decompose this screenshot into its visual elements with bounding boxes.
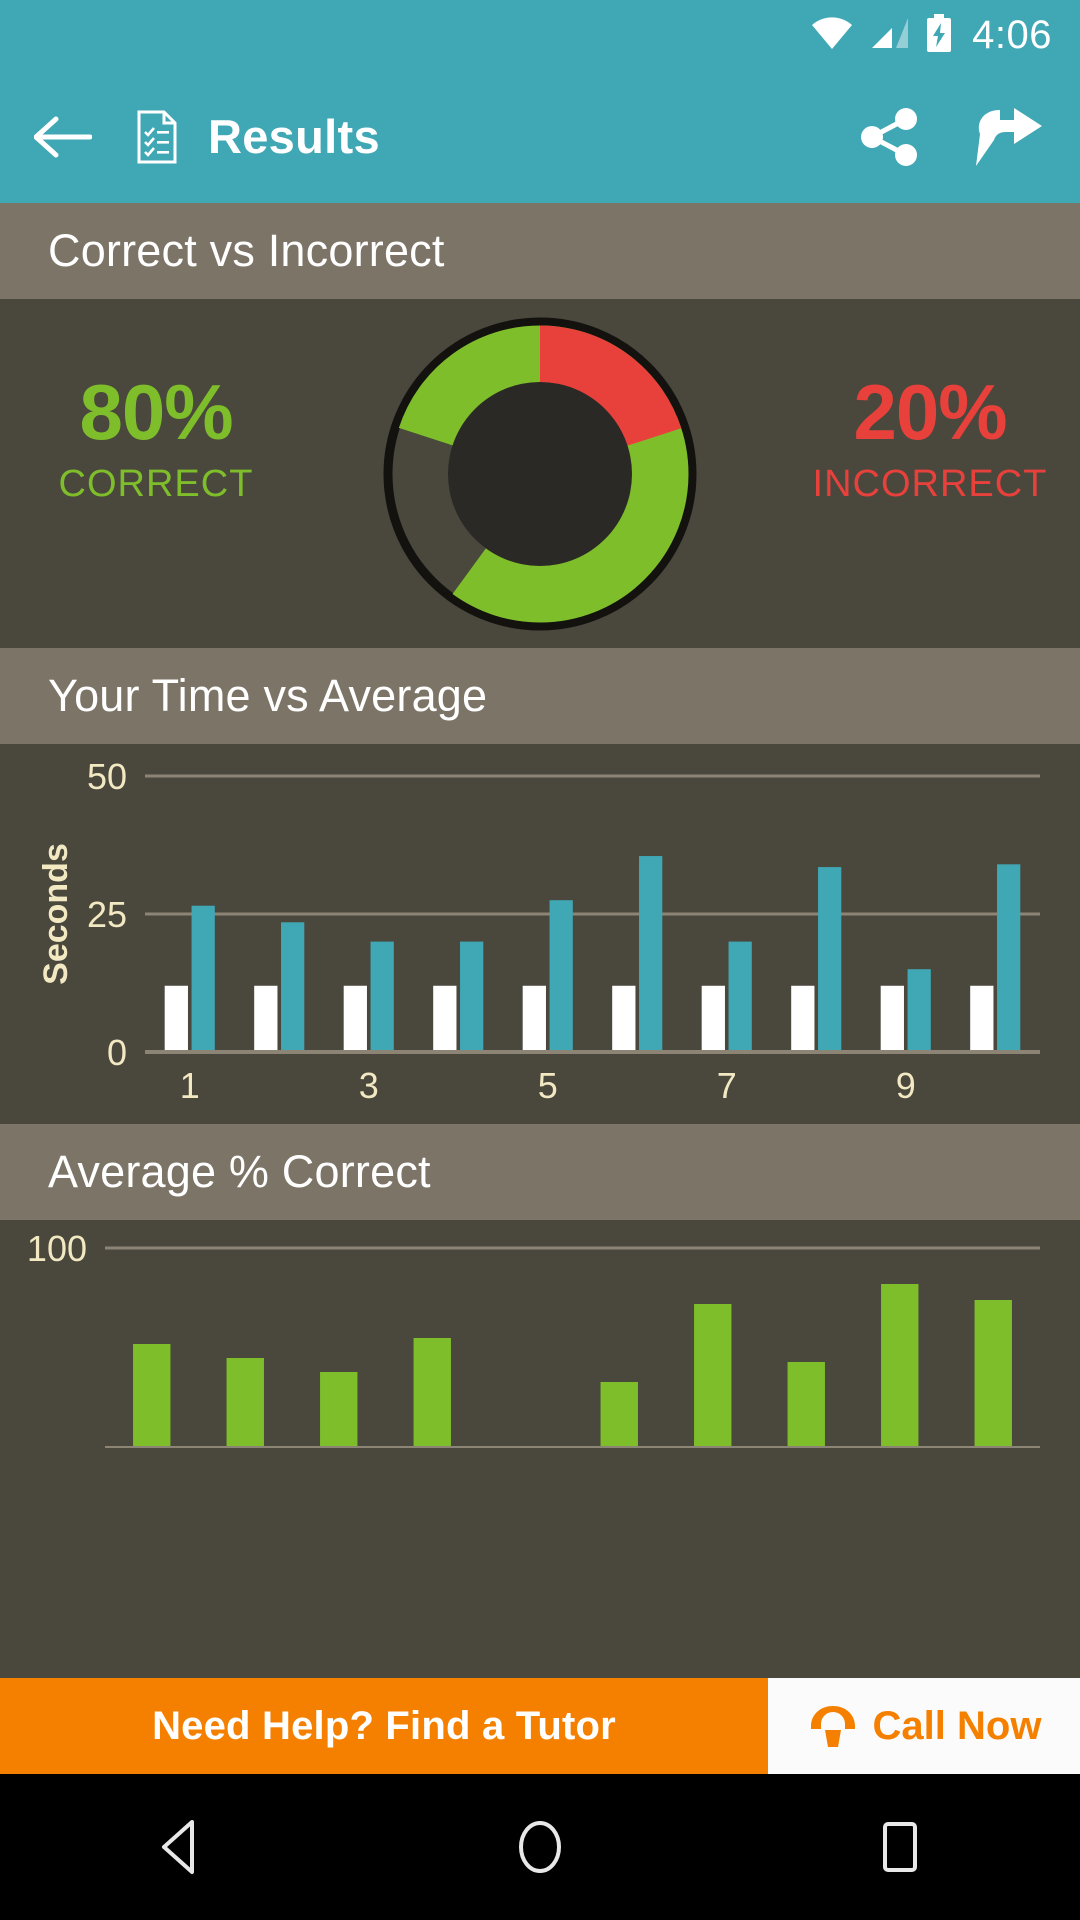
call-now-button[interactable]: Call Now	[768, 1678, 1080, 1774]
x-axis-tick-label: 7	[717, 1065, 737, 1106]
bar	[133, 1344, 171, 1448]
correct-label: CORRECT	[58, 463, 254, 505]
bar	[694, 1304, 732, 1448]
battery-charging-icon	[926, 13, 952, 57]
incorrect-percentage: 20%	[853, 368, 1007, 456]
x-axis-tick-label: 9	[896, 1065, 916, 1106]
bar	[639, 856, 663, 1052]
call-now-label: Call Now	[872, 1703, 1042, 1748]
y-axis-tick-label: 100	[27, 1228, 87, 1269]
bar	[320, 1372, 358, 1448]
bar	[880, 985, 904, 1052]
section-title: Average % Correct	[48, 1146, 431, 1197]
bar	[974, 1300, 1012, 1448]
bar	[460, 941, 484, 1052]
y-axis-tick-label: 50	[87, 756, 127, 797]
average-correct-chart: 100	[0, 1220, 1080, 1448]
correct-percentage: 80%	[79, 368, 233, 456]
page-title: Results	[208, 110, 380, 163]
section-header-average-correct: Average % Correct	[0, 1124, 1080, 1220]
bar	[370, 941, 394, 1052]
bar	[191, 905, 215, 1052]
bar	[728, 941, 752, 1052]
nav-home-icon[interactable]	[480, 1817, 600, 1877]
ad-message-area[interactable]: Need Help? Find a Tutor	[0, 1678, 768, 1774]
x-axis-tick-label: 5	[538, 1065, 558, 1106]
incorrect-label: INCORRECT	[812, 463, 1048, 505]
section-header-time-vs-average: Your Time vs Average	[0, 648, 1080, 744]
bar	[254, 985, 278, 1052]
incorrect-stat: 20% INCORRECT	[780, 373, 1080, 506]
y-axis-title: Seconds	[37, 843, 75, 985]
bar	[612, 985, 636, 1052]
status-bar-icons	[810, 13, 952, 57]
bar	[881, 1284, 919, 1448]
correct-stat: 80% CORRECT	[6, 373, 306, 506]
section-header-correct-vs-incorrect: Correct vs Incorrect	[0, 203, 1080, 299]
x-axis-tick-label: 3	[359, 1065, 379, 1106]
bar	[787, 1362, 825, 1448]
bar	[701, 985, 725, 1052]
bar	[164, 985, 188, 1052]
bar	[281, 922, 305, 1052]
section-title: Correct vs Incorrect	[48, 225, 445, 276]
forward-arrow-icon[interactable]	[970, 104, 1046, 170]
ad-message: Need Help? Find a Tutor	[152, 1703, 616, 1748]
y-axis-tick-label: 25	[87, 894, 127, 935]
bar	[433, 985, 457, 1052]
section-title: Your Time vs Average	[48, 670, 488, 721]
nav-recents-icon[interactable]	[840, 1817, 960, 1877]
ad-banner[interactable]: Need Help? Find a Tutor Call Now	[0, 1678, 1080, 1774]
back-arrow-icon[interactable]	[34, 116, 112, 158]
bar	[970, 985, 994, 1052]
app-bar: Results	[0, 70, 1080, 203]
status-bar: 4:06	[0, 0, 1080, 70]
bar	[226, 1358, 264, 1448]
bar	[997, 864, 1021, 1052]
bar	[600, 1382, 638, 1448]
checklist-document-icon	[136, 110, 178, 164]
cellular-signal-icon	[870, 16, 910, 55]
status-bar-clock: 4:06	[972, 12, 1052, 57]
bar	[413, 1338, 451, 1448]
bar	[791, 985, 815, 1052]
y-axis-tick-label: 0	[107, 1032, 127, 1073]
bar	[343, 985, 367, 1052]
bar	[818, 867, 842, 1052]
system-navigation-bar	[0, 1774, 1080, 1920]
time-vs-average-chart: 0 25 50 1 3 5 7 9 Seconds	[0, 744, 1080, 1124]
share-icon[interactable]	[858, 104, 924, 170]
bar	[907, 969, 931, 1052]
donut-chart	[379, 313, 701, 635]
nav-back-icon[interactable]	[120, 1817, 240, 1877]
bar	[522, 985, 546, 1052]
correct-vs-incorrect-chart: 80% CORRECT 20% INCORRECT	[0, 299, 1080, 648]
telephone-icon	[807, 1702, 859, 1750]
wifi-icon	[810, 16, 854, 55]
bar	[549, 900, 573, 1052]
x-axis-tick-label: 1	[180, 1065, 200, 1106]
